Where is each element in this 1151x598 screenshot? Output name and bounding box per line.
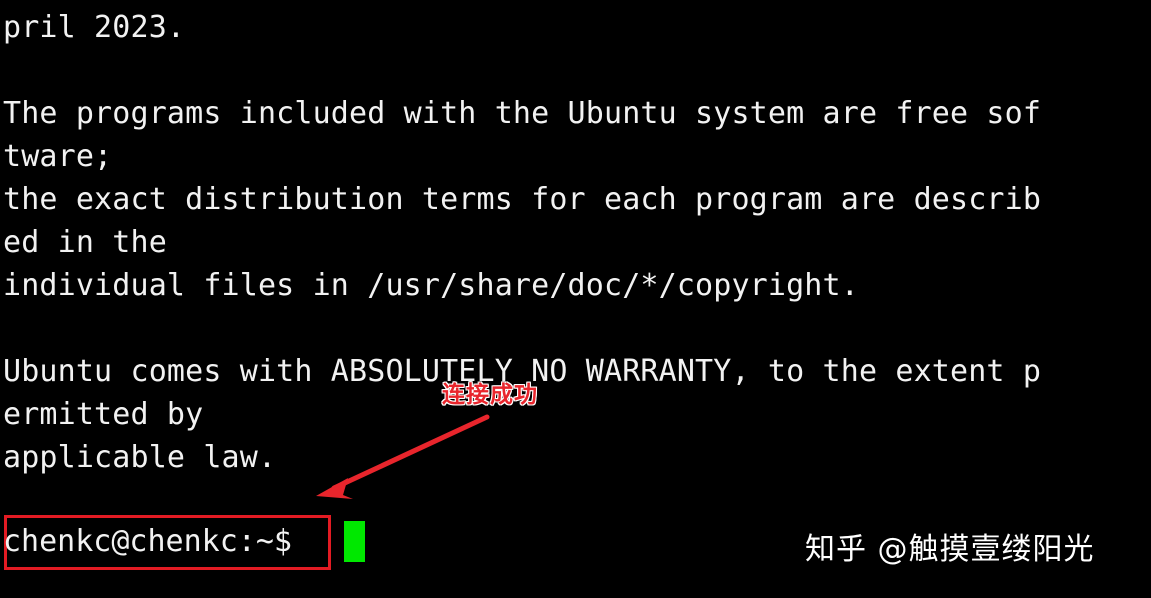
terminal-line: applicable law.	[3, 440, 277, 475]
terminal-line: the exact distribution terms for each pr…	[3, 182, 1042, 217]
terminal-line: pril 2023.	[3, 10, 186, 45]
shell-prompt: chenkc@chenkc:~$	[3, 524, 292, 559]
block-cursor	[344, 521, 365, 562]
terminal-line: individual files in /usr/share/doc/*/cop…	[3, 268, 859, 303]
callout-label: 连接成功	[442, 382, 538, 408]
terminal-screenshot: pril 2023. The programs included with th…	[0, 0, 1151, 598]
terminal-output[interactable]: pril 2023. The programs included with th…	[0, 0, 1151, 598]
zhihu-watermark: 知乎 @触摸壹缕阳光	[805, 532, 1095, 567]
terminal-line: The programs included with the Ubuntu sy…	[3, 96, 1042, 131]
terminal-line: tware;	[3, 139, 113, 174]
terminal-line: ed in the	[3, 225, 167, 260]
terminal-line: ermitted by	[3, 397, 204, 432]
